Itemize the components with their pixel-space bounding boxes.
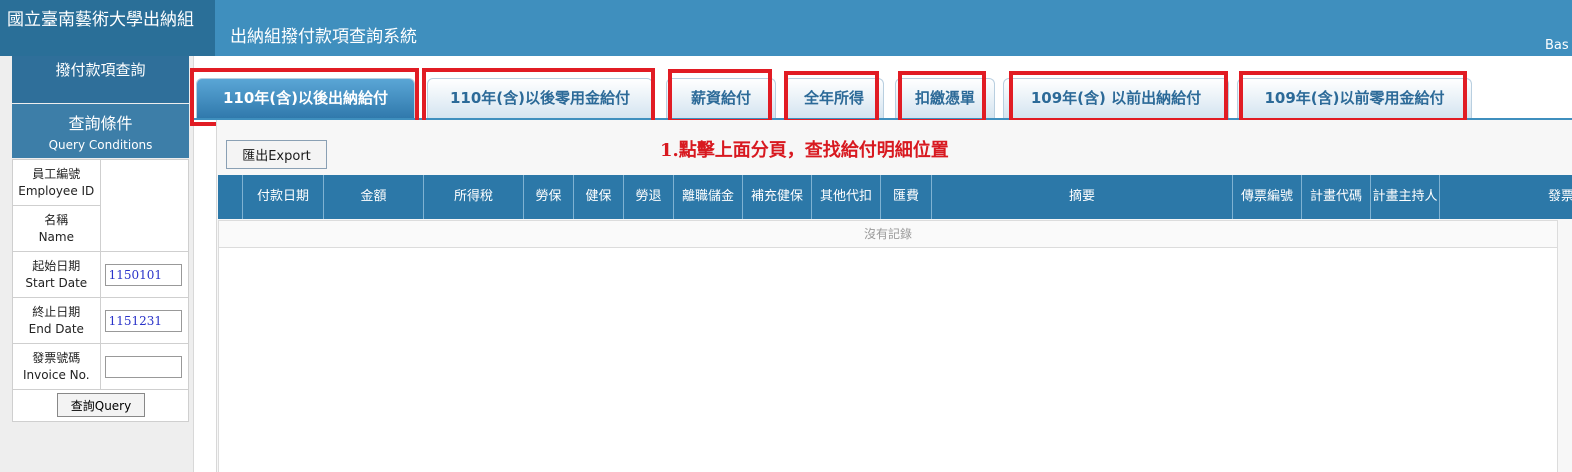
query-form: 員工編號 Employee ID 名稱 Name 起始日期 Start Date…: [12, 159, 190, 390]
end-date-label: 終止日期 End Date: [12, 297, 101, 344]
column-header-remittance-fee[interactable]: 匯費: [881, 175, 932, 219]
form-row-end-date: 終止日期 End Date: [12, 297, 190, 344]
column-header-invoice-info[interactable]: 發票資訊: [1440, 175, 1572, 219]
query-sidebar: 撥付款項查詢 查詢條件 Query Conditions 員工編號 Employ…: [0, 56, 194, 472]
start-date-label-zh: 起始日期: [32, 258, 81, 273]
invoice-no-label-en: Invoice No.: [22, 367, 90, 382]
form-row-employee-id: 員工編號 Employee ID: [12, 159, 190, 252]
form-row-invoice-no: 發票號碼 Invoice No.: [12, 343, 190, 390]
column-header-project-leader[interactable]: 計畫主持人: [1371, 175, 1440, 219]
start-date-input[interactable]: [104, 263, 182, 286]
tab-cashier-payment-before-109[interactable]: 109年(含) 以前出納給付: [1003, 78, 1229, 118]
column-header-voucher-no[interactable]: 傳票編號: [1233, 175, 1302, 219]
form-row-start-date: 起始日期 Start Date: [12, 251, 190, 298]
invoice-no-cell: [99, 343, 190, 390]
query-conditions-title: 查詢條件: [68, 114, 133, 133]
employee-info-value: [99, 159, 190, 252]
grid-empty-row: 沒有記錄: [218, 220, 1558, 248]
grid-body: [218, 248, 1558, 472]
column-header-supplementary-health[interactable]: 補充健保: [743, 175, 812, 219]
column-header-labor-insurance[interactable]: 勞保: [524, 175, 574, 219]
invoice-no-input[interactable]: [104, 355, 182, 378]
brand-title: 國立臺南藝術大學出納組: [0, 0, 215, 56]
end-date-input[interactable]: [104, 309, 182, 332]
employee-id-label: 員工編號 Employee ID: [12, 159, 101, 206]
end-date-label-en: End Date: [28, 321, 84, 336]
query-button[interactable]: 查詢Query: [57, 393, 145, 417]
column-header-summary[interactable]: 摘要: [932, 175, 1233, 219]
tab-cashier-payment-after-110[interactable]: 110年(含)以後出納給付: [196, 78, 415, 118]
column-header-payment-date[interactable]: 付款日期: [243, 175, 324, 219]
tab-petty-cash-before-109[interactable]: 109年(含)以前零用金給付: [1237, 78, 1472, 118]
sidebar-subtitle-text: 撥付款項查詢: [55, 61, 146, 79]
sidebar-subtitle: 撥付款項查詢: [12, 56, 189, 103]
query-conditions-header: 查詢條件 Query Conditions: [12, 104, 189, 158]
column-header-other-deductions[interactable]: 其他代扣: [812, 175, 881, 219]
tab-petty-cash-after-110[interactable]: 110年(含)以後零用金給付: [427, 78, 653, 118]
employee-id-label-zh: 員工編號: [32, 166, 81, 181]
grid-header: 付款日期 金額 所得稅 勞保 健保 勞退 離職儲金 補充健保 其他代扣 匯費 摘…: [218, 175, 1572, 219]
employee-id-label-en: Employee ID: [18, 183, 95, 198]
invoice-no-label-zh: 發票號碼: [32, 350, 81, 365]
query-button-row: 查詢Query: [12, 389, 189, 422]
query-conditions-subtitle: Query Conditions: [48, 138, 153, 152]
start-date-label: 起始日期 Start Date: [12, 251, 101, 298]
name-label-zh: 名稱: [44, 212, 69, 227]
column-header-project-code[interactable]: 計畫代碼: [1302, 175, 1371, 219]
column-header-income-tax[interactable]: 所得稅: [424, 175, 524, 219]
column-header-severance-fund[interactable]: 離職儲金: [674, 175, 743, 219]
start-date-cell: [99, 251, 190, 298]
column-header-select: [218, 175, 243, 219]
end-date-cell: [99, 297, 190, 344]
instruction-note: 1.點擊上面分頁，查找給付明細位置: [660, 140, 949, 161]
tab-withholding-statement[interactable]: 扣繳憑單: [895, 78, 995, 118]
app-header: 國立臺南藝術大學出納組 出納組撥付款項查詢系統 Bas: [0, 0, 1572, 56]
column-header-amount[interactable]: 金額: [324, 175, 424, 219]
tab-annual-income[interactable]: 全年所得: [784, 78, 884, 118]
export-button[interactable]: 匯出Export: [226, 140, 327, 169]
name-label-en: Name: [38, 229, 74, 244]
tab-salary-payment[interactable]: 薪資給付: [666, 78, 776, 118]
name-label: 名稱 Name: [12, 205, 101, 252]
invoice-no-label: 發票號碼 Invoice No.: [12, 343, 101, 390]
start-date-label-en: Start Date: [25, 275, 88, 290]
end-date-label-zh: 終止日期: [32, 304, 81, 319]
header-right-text: Bas: [1545, 38, 1569, 53]
system-title: 出納組撥付款項查詢系統: [230, 27, 417, 47]
column-header-labor-pension[interactable]: 勞退: [624, 175, 674, 219]
column-header-health-insurance[interactable]: 健保: [574, 175, 624, 219]
